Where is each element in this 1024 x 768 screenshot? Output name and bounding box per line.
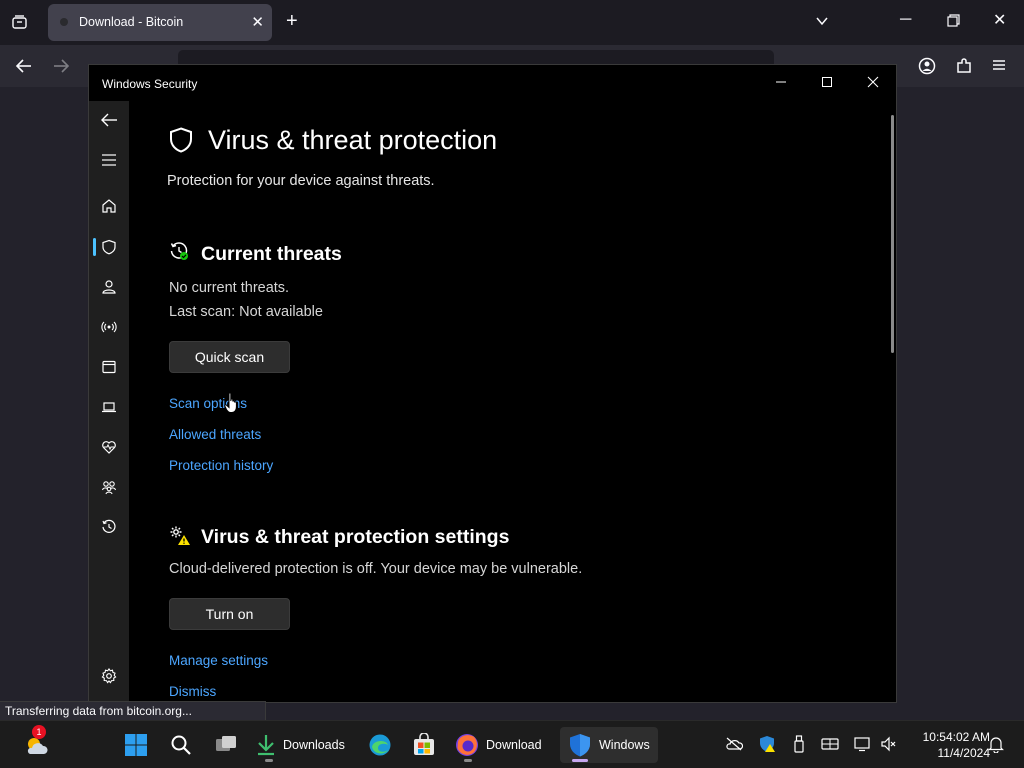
taskbar-firefox[interactable]: Download [454, 727, 542, 763]
window-title: Windows Security [102, 77, 198, 91]
browser-restore-icon[interactable] [947, 14, 960, 31]
window-titlebar[interactable]: Windows Security [89, 65, 896, 101]
last-scan-text: Last scan: Not available [169, 304, 323, 320]
extensions-icon[interactable] [955, 57, 973, 79]
touch-keyboard-icon[interactable] [821, 735, 839, 753]
account-icon[interactable] [918, 57, 936, 79]
firewall-network-icon[interactable] [99, 317, 119, 337]
scrollbar[interactable] [891, 115, 894, 353]
clock-date: 11/4/2024 [937, 746, 991, 760]
dismiss-link[interactable]: Dismiss [169, 684, 216, 699]
allowed-threats-link[interactable]: Allowed threats [169, 427, 261, 442]
navigation-sidebar [89, 101, 129, 702]
shield-icon[interactable] [99, 237, 119, 257]
protection-history-link[interactable]: Protection history [169, 458, 273, 473]
settings-heading: Virus & threat protection settings [201, 526, 510, 548]
onedrive-offline-icon[interactable] [725, 735, 743, 753]
taskbar-windows-security-label: Windows [599, 738, 650, 752]
weather-widget[interactable]: 1 [18, 725, 54, 763]
app-menu-icon[interactable] [991, 57, 1007, 77]
windows-security-window: Windows Security Virus & threat protecti… [88, 64, 897, 703]
home-icon[interactable] [99, 196, 119, 216]
forward-arrow-icon[interactable] [52, 57, 70, 79]
search-icon[interactable] [165, 727, 197, 763]
list-all-tabs-icon[interactable] [815, 14, 829, 32]
menu-icon[interactable] [99, 150, 119, 170]
browser-tab-bar: Download - Bitcoin ✕ + ─ ✕ [0, 0, 1024, 45]
protection-history-icon[interactable] [99, 517, 119, 537]
family-options-icon[interactable] [99, 477, 119, 497]
security-warning-tray-icon[interactable] [758, 735, 776, 753]
tab-favicon-icon [60, 18, 68, 26]
browser-close-icon[interactable]: ✕ [993, 13, 1006, 29]
page-title: Virus & threat protection [208, 125, 498, 155]
network-icon[interactable] [854, 735, 872, 753]
start-button[interactable] [120, 727, 152, 763]
new-tab-icon[interactable]: + [286, 11, 298, 31]
active-nav-indicator [93, 238, 96, 256]
taskbar-downloads-label: Downloads [283, 738, 345, 752]
running-indicator [464, 759, 472, 762]
clock-time: 10:54:02 AM [922, 730, 990, 744]
back-icon[interactable] [99, 110, 119, 130]
device-security-icon[interactable] [99, 397, 119, 417]
taskbar: 1 Downloads Download Windows 10:54:02 AM… [0, 720, 1024, 768]
taskbar-downloads[interactable]: Downloads [255, 727, 345, 763]
browser-tab[interactable]: Download - Bitcoin ✕ [48, 4, 272, 41]
hand-cursor-icon [224, 392, 240, 419]
browser-status-bar: Transferring data from bitcoin.org... [0, 701, 266, 720]
tab-title: Download - Bitcoin [79, 15, 184, 29]
settings-gear-icon[interactable] [99, 666, 119, 686]
account-protection-icon[interactable] [99, 277, 119, 297]
settings-warning-icon [169, 525, 191, 552]
close-icon[interactable] [850, 65, 896, 99]
task-view-icon[interactable] [210, 727, 242, 763]
maximize-icon[interactable] [804, 65, 850, 99]
quick-scan-button[interactable]: Quick scan [169, 341, 290, 373]
back-arrow-icon[interactable] [15, 57, 33, 79]
active-indicator [572, 759, 588, 762]
manage-settings-link[interactable]: Manage settings [169, 653, 268, 668]
shield-icon [169, 127, 193, 158]
scan-history-icon [169, 241, 189, 266]
notification-bell-icon[interactable] [987, 735, 1005, 753]
taskbar-firefox-label: Download [486, 738, 542, 752]
minimize-icon[interactable] [758, 65, 804, 99]
browser-minimize-icon[interactable]: ─ [900, 12, 911, 28]
edge-icon[interactable] [364, 727, 396, 763]
current-threats-heading: Current threats [201, 243, 342, 265]
threat-status-text: No current threats. [169, 280, 290, 296]
turn-on-button[interactable]: Turn on [169, 598, 290, 630]
taskbar-windows-security[interactable]: Windows [560, 727, 658, 763]
main-content: Virus & threat protection Protection for… [129, 101, 891, 702]
usb-device-icon[interactable] [790, 735, 808, 753]
system-clock[interactable]: 10:54:02 AM 11/4/2024 [902, 729, 990, 761]
running-indicator [265, 759, 273, 762]
volume-muted-icon[interactable] [880, 735, 898, 753]
page-subtitle: Protection for your device against threa… [167, 173, 435, 189]
store-icon[interactable] [408, 727, 440, 763]
device-health-icon[interactable] [99, 437, 119, 457]
tab-overview-icon[interactable] [11, 14, 28, 35]
weather-badge: 1 [32, 725, 46, 739]
tab-close-icon[interactable]: ✕ [251, 13, 264, 31]
app-browser-control-icon[interactable] [99, 357, 119, 377]
cloud-protection-warning: Cloud-delivered protection is off. Your … [169, 561, 583, 577]
